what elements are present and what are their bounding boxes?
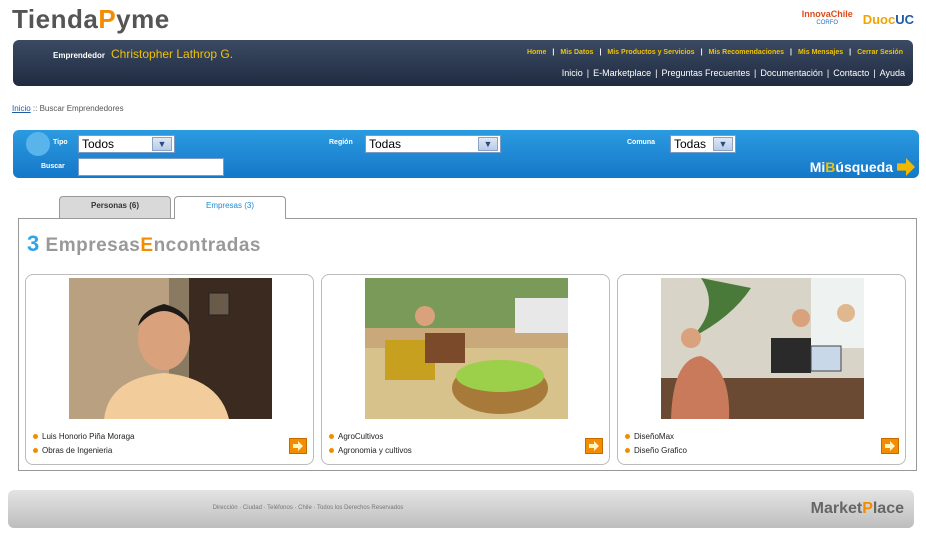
- card-info: AgroCultivos Agronomia y cultivos: [329, 432, 412, 460]
- company-category: Diseño Grafico: [634, 446, 687, 455]
- primary-nav: Home | Mis Datos | Mis Productos y Servici…: [526, 49, 903, 56]
- result-card: Luis Honorio Piña Moraga Obras de Ingeni…: [25, 274, 314, 465]
- breadcrumb: Inicio :: Buscar Emprendedores: [12, 104, 124, 113]
- arrow-right-icon[interactable]: [585, 438, 603, 454]
- company-category: Obras de Ingenieria: [42, 446, 113, 455]
- nav-inicio[interactable]: Inicio: [562, 68, 583, 78]
- duoc-text: Duoc: [862, 11, 896, 27]
- heading-accent: E: [140, 235, 154, 256]
- tipo-label: Tipo: [53, 139, 68, 146]
- tab-empresas[interactable]: Empresas (3): [174, 196, 286, 219]
- card-info: Luis Honorio Piña Moraga Obras de Ingeni…: [33, 432, 135, 460]
- bullet-icon: [329, 448, 334, 453]
- breadcrumb-home-link[interactable]: Inicio: [12, 104, 31, 113]
- nav-mis-datos[interactable]: Mis Datos: [560, 49, 593, 56]
- partner-logos: InnovaChile CORFO DuocUC: [802, 10, 914, 28]
- company-name[interactable]: AgroCultivos: [338, 432, 383, 441]
- innova-label: InnovaChile: [801, 9, 853, 19]
- marketplace-logo: MarketPlace: [810, 500, 904, 517]
- region-label: Región: [329, 139, 353, 146]
- chevron-down-icon: ▼: [152, 137, 172, 151]
- nav-preguntas[interactable]: Preguntas Frecuentes: [661, 68, 750, 78]
- mi-busqueda-button[interactable]: MiBúsqueda: [810, 158, 915, 176]
- tipo-select[interactable]: Todos ▼: [78, 135, 175, 153]
- bullet-icon: [625, 448, 630, 453]
- arrow-right-icon[interactable]: [881, 438, 899, 454]
- bullet-icon: [33, 448, 38, 453]
- logo-text-1: Tienda: [12, 4, 99, 34]
- result-card: AgroCultivos Agronomia y cultivos: [321, 274, 610, 465]
- nav-home[interactable]: Home: [527, 49, 546, 56]
- breadcrumb-separator: ::: [30, 104, 40, 113]
- comuna-label: Comuna: [627, 139, 655, 146]
- secondary-nav: Inicio | E-Marketplace | Preguntas Frecuen…: [561, 68, 905, 78]
- nav-documentacion[interactable]: Documentación: [760, 68, 823, 78]
- nav-mis-mensajes[interactable]: Mis Mensajes: [798, 49, 843, 56]
- corfo-label: CORFO: [816, 20, 839, 26]
- chevron-down-icon: ▼: [478, 137, 498, 151]
- top-navigation-bar: Emprendedor Christopher Lathrop G. Home |…: [13, 40, 913, 86]
- nav-cerrar-sesion[interactable]: Cerrar Sesión: [857, 49, 903, 56]
- user-info: Emprendedor Christopher Lathrop G.: [53, 47, 233, 61]
- region-select[interactable]: Todas ▼: [365, 135, 501, 153]
- duoc-uc-logo: DuocUC: [863, 12, 914, 27]
- heading-word1: Empresas: [45, 235, 141, 256]
- company-name[interactable]: Luis Honorio Piña Moraga: [42, 432, 135, 441]
- region-value: Todas: [369, 137, 402, 151]
- breadcrumb-current: Buscar Emprendedores: [39, 104, 124, 113]
- company-photo[interactable]: [365, 278, 568, 419]
- user-role-label: Emprendedor: [53, 51, 106, 60]
- tab-personas[interactable]: Personas (6): [59, 196, 171, 218]
- card-info: DiseñoMax Diseño Grafico: [625, 432, 687, 460]
- company-category: Agronomia y cultivos: [338, 446, 412, 455]
- buscar-input[interactable]: [78, 158, 224, 176]
- chevron-down-icon: ▼: [713, 137, 733, 151]
- logo-text-accent: P: [98, 4, 117, 34]
- comuna-value: Todas: [674, 137, 707, 151]
- company-photo[interactable]: [661, 278, 864, 419]
- site-logo[interactable]: TiendaPyme: [12, 4, 170, 35]
- decorative-circle: [26, 132, 50, 156]
- comuna-select[interactable]: Todas ▼: [670, 135, 736, 153]
- footer: Dirección · Ciudad · Teléfonos · Chile ·…: [8, 490, 914, 528]
- bullet-icon: [625, 434, 630, 439]
- mi-busqueda-label: MiBúsqueda: [809, 159, 893, 175]
- tipo-value: Todos: [82, 137, 115, 151]
- footer-text: Dirección · Ciudad · Teléfonos · Chile ·…: [212, 505, 404, 511]
- uc-text: UC: [895, 11, 914, 27]
- results-heading: 3 EmpresasEncontradas: [27, 231, 261, 257]
- nav-e-marketplace[interactable]: E-Marketplace: [593, 68, 651, 78]
- nav-mis-productos[interactable]: Mis Productos y Servicios: [607, 49, 694, 56]
- nav-mis-recomendaciones[interactable]: Mis Recomendaciones: [709, 49, 784, 56]
- bullet-icon: [33, 434, 38, 439]
- buscar-label: Buscar: [41, 163, 65, 170]
- heading-word2: ncontradas: [153, 235, 261, 256]
- nav-contacto[interactable]: Contacto: [833, 68, 869, 78]
- nav-ayuda[interactable]: Ayuda: [880, 68, 905, 78]
- arrow-right-icon: [897, 158, 915, 176]
- arrow-right-icon[interactable]: [289, 438, 307, 454]
- result-card: DiseñoMax Diseño Grafico: [617, 274, 906, 465]
- company-name[interactable]: DiseñoMax: [634, 432, 674, 441]
- results-count: 3: [27, 231, 40, 256]
- results-panel: 3 EmpresasEncontradas Luis Honorio Piña …: [18, 218, 917, 471]
- bullet-icon: [329, 434, 334, 439]
- search-filter-bar: Tipo Todos ▼ Región Todas ▼ Comuna Todas…: [13, 130, 919, 178]
- logo-text-2: yme: [116, 4, 170, 34]
- profile-photo[interactable]: [69, 278, 272, 419]
- innova-chile-logo: InnovaChile CORFO: [802, 10, 853, 28]
- user-name: Christopher Lathrop G.: [111, 47, 234, 61]
